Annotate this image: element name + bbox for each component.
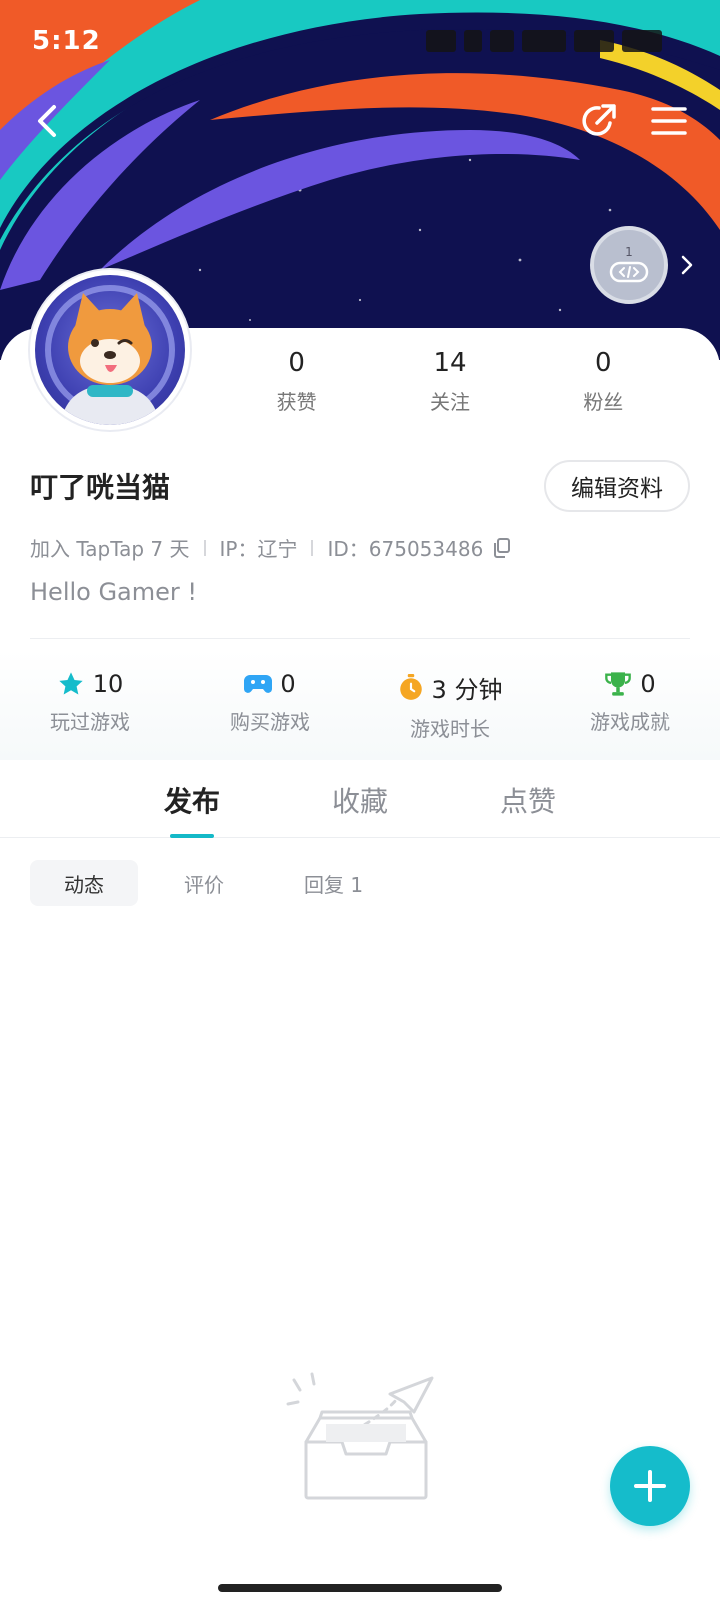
subtab-replies[interactable]: 回复 1 — [270, 860, 397, 906]
ip-location: IP：辽宁 — [219, 537, 298, 561]
create-post-button[interactable] — [610, 1446, 690, 1526]
stat-following-value: 14 — [433, 348, 467, 378]
games-played[interactable]: 10 玩过游戏 — [0, 670, 180, 742]
tab-likes[interactable]: 点赞 — [444, 780, 612, 837]
controller-badge-icon — [609, 261, 649, 283]
play-time-value: 3 分钟 — [431, 676, 503, 704]
games-purchased-value: 0 — [280, 670, 296, 698]
wifi-icon — [574, 30, 614, 52]
meta-divider — [311, 539, 314, 556]
sub-tabs: 动态 评价 回复 1 — [30, 860, 397, 906]
stat-followers[interactable]: 0 粉丝 — [527, 348, 680, 415]
level-badge-button[interactable]: 1 — [590, 226, 694, 304]
stat-following[interactable]: 14 关注 — [373, 348, 526, 415]
trophy-icon — [605, 672, 632, 696]
game-stats: 10 玩过游戏 0 购买游戏 3 分钟 游戏时长 0 游戏成就 — [0, 670, 720, 742]
stat-followers-value: 0 — [595, 348, 612, 378]
stat-followers-label: 粉丝 — [583, 390, 624, 414]
chevron-right-icon — [681, 255, 693, 275]
avatar-image — [35, 275, 185, 425]
subtab-reviews[interactable]: 评价 — [150, 860, 258, 906]
plus-icon — [634, 1470, 666, 1502]
shiba-avatar-icon — [45, 285, 175, 425]
bio: Hello Gamer ! — [30, 578, 198, 606]
profile-meta: 加入 TapTap 7 天 IP：辽宁 ID：675053486 — [30, 533, 511, 562]
play-time[interactable]: 3 分钟 游戏时长 — [360, 670, 540, 742]
achievements-label: 游戏成就 — [590, 710, 670, 734]
status-time: 5:12 — [32, 26, 101, 56]
signal-icon — [522, 30, 566, 52]
username: 叮了咣当猫 — [30, 471, 171, 504]
stat-likes[interactable]: 0 获赞 — [220, 348, 373, 415]
games-played-value: 10 — [92, 670, 124, 698]
bluetooth-icon — [464, 30, 482, 52]
play-time-label: 游戏时长 — [410, 717, 490, 741]
meta-divider — [203, 539, 206, 556]
stat-following-label: 关注 — [429, 390, 470, 414]
back-button[interactable] — [22, 96, 72, 146]
status-bar: 5:12 — [0, 0, 720, 80]
social-stats: 0 获赞 14 关注 0 粉丝 — [220, 348, 680, 415]
edit-profile-button[interactable]: 编辑资料 — [544, 460, 690, 512]
network-speed-icon — [426, 30, 456, 52]
subtab-moments[interactable]: 动态 — [30, 860, 138, 906]
badge-level: 1 — [625, 245, 633, 259]
games-played-label: 玩过游戏 — [50, 710, 130, 734]
gamepad-icon — [244, 675, 273, 693]
status-icons — [426, 30, 662, 52]
join-info: 加入 TapTap 7 天 — [30, 537, 190, 561]
empty-inbox-icon — [286, 1372, 434, 1500]
content-tabs: 发布 收藏 点赞 — [0, 780, 720, 838]
battery-icon — [622, 30, 662, 52]
user-id: ID：675053486 — [327, 537, 484, 561]
tab-favorites[interactable]: 收藏 — [276, 780, 444, 837]
stat-likes-value: 0 — [288, 348, 305, 378]
home-indicator[interactable] — [218, 1584, 502, 1592]
nfc-icon — [490, 30, 514, 52]
star-icon — [59, 672, 83, 695]
section-divider — [30, 638, 690, 639]
games-purchased[interactable]: 0 购买游戏 — [180, 670, 360, 742]
games-purchased-label: 购买游戏 — [230, 710, 310, 734]
copy-icon — [494, 537, 511, 558]
tab-posts[interactable]: 发布 — [108, 780, 276, 838]
level-badge: 1 — [590, 226, 668, 304]
copy-id-button[interactable] — [493, 537, 511, 558]
chevron-left-icon — [38, 105, 56, 137]
empty-state — [286, 1372, 446, 1516]
menu-icon — [651, 107, 687, 135]
timer-icon — [399, 673, 422, 700]
share-icon — [582, 104, 616, 136]
stat-likes-label: 获赞 — [276, 390, 317, 414]
menu-button[interactable] — [644, 96, 694, 146]
achievements[interactable]: 0 游戏成就 — [540, 670, 720, 742]
avatar[interactable] — [30, 270, 190, 430]
share-button[interactable] — [574, 96, 624, 146]
achievements-value: 0 — [640, 670, 656, 698]
